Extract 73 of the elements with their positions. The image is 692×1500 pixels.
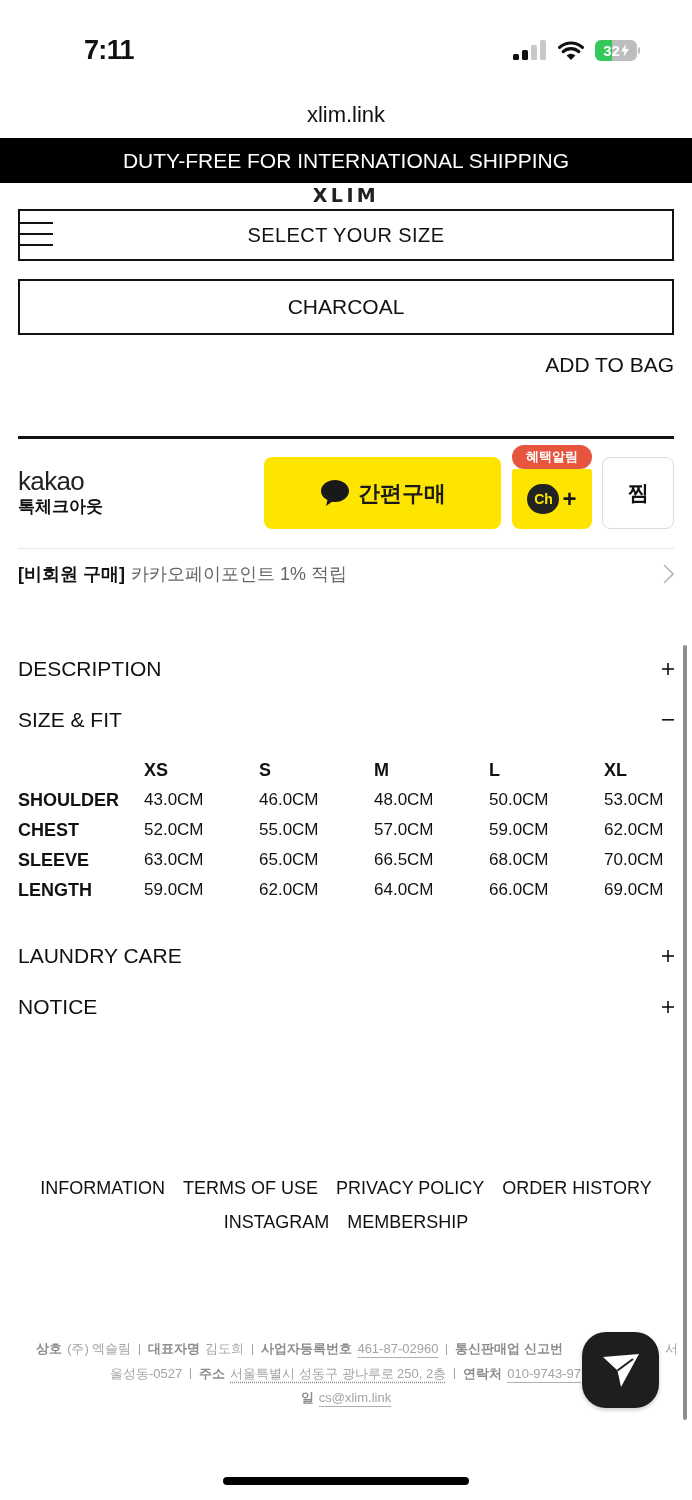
measurement-label: SHOULDER <box>18 789 120 812</box>
measurement-label: SLEEVE <box>18 849 91 872</box>
info-value: (주) 엑슬림 <box>67 1340 132 1358</box>
speech-bubble-icon <box>319 479 350 507</box>
size-column-header: L <box>489 759 501 782</box>
footer-link[interactable]: TERMS OF USE <box>182 1174 318 1202</box>
size-column-header: S <box>259 759 272 782</box>
accordion-header[interactable]: SIZE & FIT <box>18 694 674 745</box>
point-notice-text: 카카오페이포인트 1% 적립 <box>131 562 348 586</box>
table-cell-text: 57.0CM <box>374 819 435 841</box>
footer-link[interactable]: ORDER HISTORY <box>502 1174 652 1202</box>
table-cell-text: 66.5CM <box>374 849 435 871</box>
floating-message-button[interactable] <box>582 1332 659 1408</box>
table-cell-text: 46.0CM <box>259 789 320 811</box>
info-label: 상호 <box>36 1340 63 1358</box>
footer-link[interactable]: PRIVACY POLICY <box>335 1174 485 1202</box>
add-to-bag-button[interactable]: ADD TO BAG <box>545 353 674 377</box>
info-label: 일 <box>300 1389 314 1407</box>
measurement-label: LENGTH <box>18 879 93 902</box>
table-cell-text: 66.0CM <box>489 879 550 901</box>
shipping-banner: DUTY-FREE FOR INTERNATIONAL SHIPPING <box>0 138 692 183</box>
table-cell-text: 62.0CM <box>604 819 665 841</box>
member-tag: [비회원 구매] <box>18 560 125 588</box>
table-cell-text: 43.0CM <box>144 789 205 811</box>
accordion-header[interactable]: LAUNDRY CARE <box>18 930 674 981</box>
footer-link[interactable]: INFORMATION <box>40 1174 165 1202</box>
table-cell-text: 59.0CM <box>144 879 205 901</box>
wifi-icon <box>558 40 584 60</box>
wishlist-button[interactable]: 찜 <box>602 457 674 529</box>
table-cell-text: 55.0CM <box>259 819 320 841</box>
channel-logo: Ch <box>527 484 560 514</box>
signal-icon <box>513 40 547 60</box>
accordion-header[interactable]: DESCRIPTION <box>18 643 674 694</box>
size-select[interactable]: SELECT YOUR SIZE <box>18 209 674 261</box>
table-cell-text: 68.0CM <box>489 849 550 871</box>
table-cell-text: 69.0CM <box>604 879 665 901</box>
color-select[interactable]: CHARCOAL <box>18 279 674 335</box>
info-label: 대표자명 <box>148 1340 201 1358</box>
kakao-brand-text: kakao <box>18 467 86 495</box>
checkout-title: 톡체크아웃 <box>18 496 104 518</box>
table-cell-text: 53.0CM <box>604 789 665 811</box>
info-label: 주소 <box>199 1364 226 1383</box>
easy-buy-button[interactable]: 간편구매 <box>264 457 501 529</box>
table-cell-text: 50.0CM <box>489 789 550 811</box>
channel-add-button[interactable]: Ch + <box>512 469 592 529</box>
benefit-alert-badge: 혜택알림 <box>512 445 592 469</box>
footer-link[interactable]: MEMBERSHIP <box>347 1208 469 1236</box>
table-cell-text: 70.0CM <box>604 849 665 871</box>
info-value: 울성동-0527 <box>110 1364 183 1383</box>
table-cell-text: 64.0CM <box>374 879 435 901</box>
table-cell-text: 62.0CM <box>259 879 320 901</box>
accordion-header[interactable]: NOTICE <box>18 981 674 1032</box>
size-column-header: XL <box>604 759 628 782</box>
info-label: 사업자등록번호 <box>261 1340 353 1358</box>
table-cell-text: 65.0CM <box>259 849 320 871</box>
info-value: 김도희 <box>205 1340 245 1358</box>
info-value: 서 <box>665 1340 678 1358</box>
table-cell-text: 52.0CM <box>144 819 205 841</box>
info-label: 통신판매업 신고번 <box>455 1340 563 1358</box>
menu-icon[interactable] <box>18 222 53 246</box>
measurement-label: CHEST <box>18 819 80 842</box>
size-column-header: XS <box>144 759 169 782</box>
brand-logo[interactable]: XLIM <box>312 184 380 206</box>
table-cell-text: 59.0CM <box>489 819 550 841</box>
status-time: 7:11 <box>84 33 134 67</box>
footer-link[interactable]: INSTAGRAM <box>223 1208 330 1236</box>
charging-bolt-icon <box>620 43 629 57</box>
browser-url[interactable]: xlim.link <box>306 102 386 138</box>
info-label: 연락처 <box>463 1364 503 1383</box>
size-column-header: M <box>374 759 390 782</box>
paper-plane-icon <box>601 1351 640 1389</box>
table-cell-text: 48.0CM <box>374 789 435 811</box>
table-cell-text: 63.0CM <box>144 849 205 871</box>
